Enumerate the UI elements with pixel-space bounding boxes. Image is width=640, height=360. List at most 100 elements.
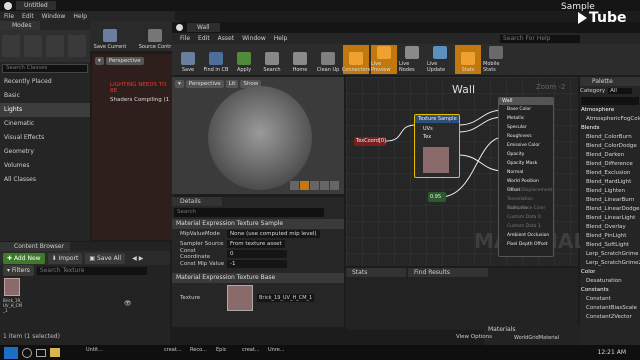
material-graph[interactable]: Wall Zoom -2 MATERIAL TexCoord[0] Textur… (346, 77, 586, 266)
taskbar-app[interactable]: Reco... (190, 347, 214, 359)
details-section-texture-sample[interactable]: Material Expression Texture Sample (172, 219, 344, 229)
palette-item[interactable]: Blend_LinearDodge (580, 205, 640, 214)
toolbar-button-find-in-cb[interactable]: Find in CB (203, 45, 229, 74)
material-result-node[interactable]: Wall Base Color Metallic Specular Roughness… (498, 97, 554, 257)
result-pin[interactable]: Pixel Depth Offset (499, 240, 553, 249)
modes-tab[interactable]: Modes (0, 21, 40, 30)
taskbar-app[interactable] (138, 347, 162, 359)
class-all-classes[interactable]: All Classes (0, 173, 90, 187)
toolbar-button-search[interactable]: Search (259, 45, 285, 74)
paint-mode-icon[interactable] (24, 35, 42, 57)
landscape-mode-icon[interactable] (46, 35, 64, 57)
class-lights[interactable]: Lights (0, 103, 90, 117)
uvs-pin[interactable]: UVs (415, 126, 459, 132)
class-geometry[interactable]: Geometry (0, 145, 90, 159)
constant-node[interactable]: 0.95 (428, 192, 446, 202)
palette-item[interactable]: Blend_Overlay (580, 223, 640, 232)
cb-view-options-icon[interactable]: 👁 (124, 300, 168, 309)
palette-item[interactable]: Blend_PinLight (580, 232, 640, 241)
result-pin[interactable]: Custom Data 0 (499, 213, 553, 222)
palette-item[interactable]: ConstantBiasScale (580, 304, 640, 313)
filters-button[interactable]: ▾ Filters (3, 265, 34, 276)
class-search-input[interactable]: Search Classes (2, 64, 88, 73)
palette-item[interactable]: Constant (580, 295, 640, 304)
palette-category[interactable]: Constants (580, 286, 640, 295)
mip-value-mode-dropdown[interactable]: None (use computed mip level) (227, 230, 320, 238)
toolbar-button-mobile-stats[interactable]: Mobile Stats (483, 45, 509, 74)
palette-category-dropdown[interactable]: All (608, 88, 633, 94)
details-search-input[interactable]: Search (174, 208, 324, 217)
toolbar-button-home[interactable]: Home (287, 45, 313, 74)
taskbar-app[interactable]: Untit... (86, 347, 110, 359)
result-pin[interactable]: Base Color (499, 105, 553, 114)
toolbar-button-stats[interactable]: Stats (455, 45, 481, 74)
taskbar-app[interactable]: creat... (164, 347, 188, 359)
palette-category[interactable]: Color (580, 268, 640, 277)
texture-sample-node[interactable]: Texture Sample UVs Tex (414, 114, 460, 178)
texture-asset-picker[interactable]: Brick_19_UV_H_CM_1 (257, 294, 315, 302)
taskbar-app[interactable]: Epic (216, 347, 240, 359)
menu-file[interactable]: File (4, 13, 14, 20)
result-pin[interactable]: Specular (499, 123, 553, 132)
palette-category[interactable]: Atmosphere (580, 106, 640, 115)
result-pin[interactable]: Metallic (499, 114, 553, 123)
palette-item[interactable]: Blend_LinearBurn (580, 196, 640, 205)
const-coordinate-input[interactable]: 0 (227, 250, 287, 258)
sampler-source-dropdown[interactable]: From texture asset (227, 240, 285, 248)
taskbar-app[interactable] (294, 347, 318, 359)
toolbar-button-live-preview[interactable]: Live Preview (371, 45, 397, 74)
toolbar-button-clean-up[interactable]: Clean Up (315, 45, 341, 74)
taskbar-app[interactable]: Unre... (268, 347, 292, 359)
palette-item[interactable]: Lerp_ScratchGrime2 (580, 259, 640, 268)
menu-window[interactable]: Window (42, 13, 66, 20)
materials-tab[interactable]: Materials (484, 325, 580, 334)
menu-help[interactable]: Help (73, 13, 87, 20)
palette-item[interactable]: Blend_LinearLight (580, 214, 640, 223)
stats-tab[interactable]: Stats (346, 268, 406, 277)
place-mode-icon[interactable] (2, 35, 20, 57)
toolbar-button-save[interactable]: Save (175, 45, 201, 74)
task-view-icon[interactable] (36, 348, 46, 357)
toolbar-button-connectors[interactable]: Connectors (342, 45, 370, 74)
view-options-button[interactable]: View Options (456, 334, 492, 340)
palette-category[interactable]: Blends (580, 124, 640, 133)
find-results-tab[interactable]: Find Results (408, 268, 488, 277)
details-section-texture-base[interactable]: Material Expression Texture Base (172, 273, 344, 283)
preview-cylinder-icon[interactable] (290, 181, 299, 190)
save-current-button[interactable]: Save Current (90, 22, 130, 51)
result-pin[interactable]: Tessellation Multiplier (499, 195, 553, 211)
result-pin[interactable]: Opacity (499, 150, 553, 159)
mat-menu-help[interactable]: Help (274, 35, 288, 42)
palette-search-input[interactable] (581, 97, 639, 105)
palette-item[interactable]: Blend_Lighten (580, 187, 640, 196)
mat-menu-asset[interactable]: Asset (218, 35, 234, 42)
palette-item[interactable]: Blend_HardLight (580, 178, 640, 187)
details-tab[interactable]: Details (172, 197, 222, 206)
palette-item[interactable]: Blend_ColorBurn (580, 133, 640, 142)
palette-item[interactable]: Blend_Darken (580, 151, 640, 160)
toolbar-button-apply[interactable]: Apply (231, 45, 257, 74)
palette-item[interactable]: AtmosphericFogColor (580, 115, 640, 124)
result-pin[interactable]: World Position Offset (499, 177, 553, 193)
class-volumes[interactable]: Volumes (0, 159, 90, 173)
palette-item[interactable]: Blend_ColorDodge (580, 142, 640, 151)
texture-preview-thumbnail[interactable] (227, 285, 253, 311)
taskbar-app[interactable]: creat... (242, 347, 266, 359)
preview-options-button[interactable]: ▾ (175, 80, 184, 88)
foliage-mode-icon[interactable] (68, 35, 86, 57)
level-perspective-button[interactable]: Perspective (105, 57, 144, 65)
palette-item[interactable]: Blend_Exclusion (580, 169, 640, 178)
help-search-input[interactable]: Search For Help (500, 34, 580, 43)
palette-item[interactable]: Constant2Vector (580, 313, 640, 322)
tex-pin[interactable]: Tex (415, 134, 459, 140)
preview-mesh-icon[interactable] (330, 181, 339, 190)
palette-tab[interactable]: Palette (580, 77, 640, 86)
world-grid-material-item[interactable]: WorldGridMaterial (484, 334, 580, 343)
taskbar-app[interactable] (112, 347, 136, 359)
result-pin[interactable]: Roughness (499, 132, 553, 141)
taskbar-explorer-icon[interactable] (50, 348, 60, 357)
result-pin[interactable]: Normal (499, 168, 553, 177)
preview-lit-button[interactable]: Lit (225, 80, 239, 88)
viewport-options-button[interactable]: ▾ (95, 57, 104, 65)
cb-search-input[interactable]: Search Texture (36, 266, 147, 275)
